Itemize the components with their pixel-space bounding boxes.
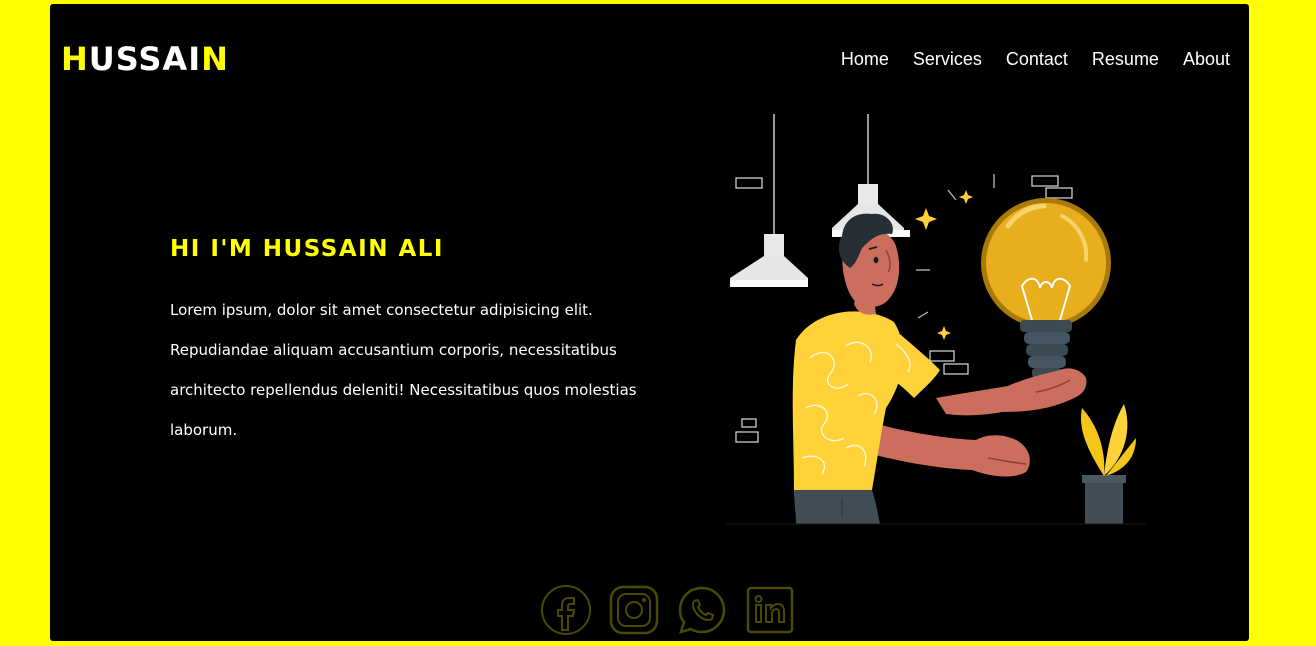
nav-contact[interactable]: Contact <box>1006 47 1068 71</box>
plant-icon <box>1080 404 1136 524</box>
whatsapp-icon[interactable] <box>676 584 728 636</box>
linkedin-icon[interactable] <box>744 584 796 636</box>
hero-title: HI I'M HUSSAIN ALI <box>170 236 444 262</box>
nav-about[interactable]: About <box>1183 47 1230 71</box>
instagram-icon[interactable] <box>608 584 660 636</box>
nav-home[interactable]: Home <box>841 47 889 71</box>
logo-final: N <box>201 40 229 78</box>
site-logo[interactable]: HUSSAIN <box>61 40 229 78</box>
social-links <box>540 584 796 636</box>
hero-description: Lorem ipsum, dolor sit amet consectetur … <box>170 301 637 439</box>
logo-initial: H <box>61 40 89 78</box>
page-container: HUSSAIN Home Services Contact Resume Abo… <box>50 4 1249 641</box>
nav-services[interactable]: Services <box>913 47 982 71</box>
lightbulb-illustration <box>726 114 1146 525</box>
lightbulb-icon <box>981 198 1111 378</box>
nav-resume[interactable]: Resume <box>1092 47 1159 71</box>
facebook-icon[interactable] <box>540 584 592 636</box>
logo-middle: USSAI <box>88 40 202 78</box>
main-nav: Home Services Contact Resume About <box>841 47 1230 71</box>
